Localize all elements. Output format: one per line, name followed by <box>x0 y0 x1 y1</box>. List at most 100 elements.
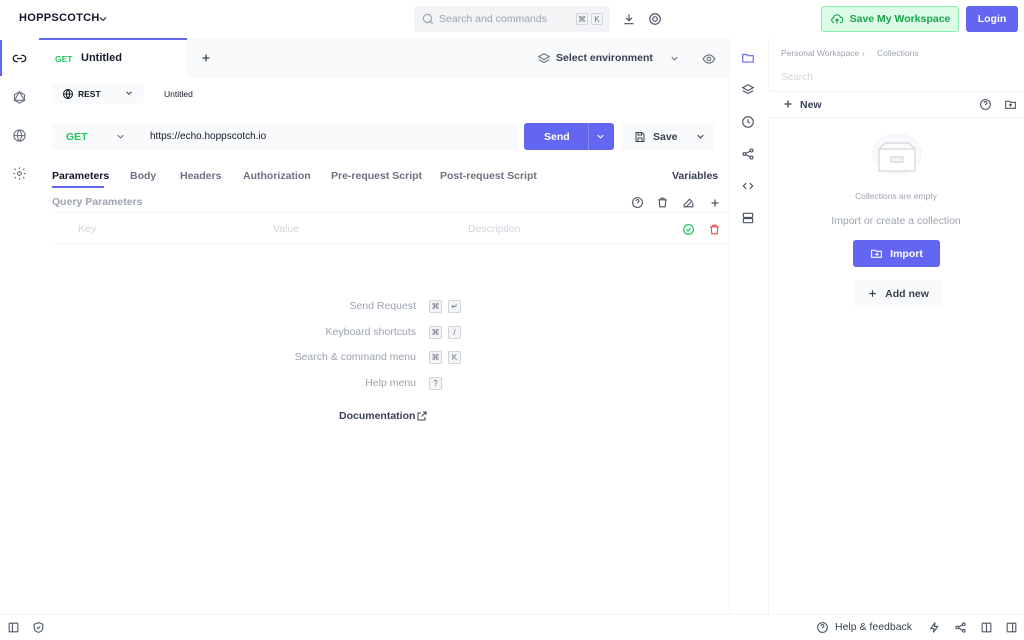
value-input[interactable]: Value <box>273 223 299 235</box>
sidebar-right-icon[interactable] <box>1004 620 1018 634</box>
shortcut-key: K <box>591 13 603 25</box>
shortcut-label: Help menu <box>365 377 416 389</box>
key-input[interactable]: Key <box>78 223 96 235</box>
shortcut-key: ⌘ <box>429 351 442 364</box>
shortcut-key: / <box>448 326 461 339</box>
folder-icon[interactable] <box>740 50 756 66</box>
save-workspace-label: Save My Workspace <box>849 13 951 25</box>
shortcut-key: ⌘ <box>429 300 442 313</box>
description-input[interactable]: Description <box>468 223 521 235</box>
active-indicator <box>0 40 2 76</box>
share-icon[interactable] <box>953 620 967 634</box>
tab-headers[interactable]: Headers <box>180 170 221 182</box>
tab-post-request-script[interactable]: Post-request Script <box>440 170 537 182</box>
tab-body[interactable]: Body <box>130 170 156 182</box>
login-button[interactable]: Login <box>966 6 1018 32</box>
tab-authorization[interactable]: Authorization <box>243 170 311 182</box>
divider <box>52 212 729 213</box>
save-label: Save <box>653 131 678 143</box>
search-icon <box>420 11 436 27</box>
layers-icon[interactable] <box>740 82 756 98</box>
trash-icon[interactable] <box>655 195 670 210</box>
download-icon[interactable] <box>621 11 637 27</box>
cloud-upload-icon <box>830 14 843 24</box>
tab-variables[interactable]: Variables <box>672 170 718 182</box>
breadcrumb-workspace[interactable]: Personal Workspace <box>781 48 859 58</box>
breadcrumb-collections[interactable]: Collections <box>877 48 919 58</box>
external-link-icon[interactable] <box>415 409 428 422</box>
brand-name[interactable]: HOPPSCOTCH <box>19 12 100 24</box>
new-collection-button[interactable]: New <box>800 99 822 111</box>
add-new-button[interactable]: Add new <box>853 280 943 307</box>
query-parameters-title: Query Parameters <box>52 196 143 208</box>
divider <box>768 117 1024 118</box>
import-button[interactable]: Import <box>853 240 940 267</box>
tab-method: GET <box>55 54 73 64</box>
chevron-down-icon[interactable] <box>96 12 110 26</box>
graphql-icon[interactable] <box>11 89 27 105</box>
chevron-down-icon <box>123 87 135 99</box>
shortcut-label: Send Request <box>349 300 416 312</box>
active-tab-underline <box>52 186 104 188</box>
trash-icon[interactable] <box>707 222 722 237</box>
tab-parameters[interactable]: Parameters <box>52 170 109 182</box>
plus-icon[interactable] <box>707 195 722 210</box>
left-nav-rail <box>0 38 39 614</box>
eye-icon[interactable] <box>701 51 717 67</box>
shortcut-key: K <box>448 351 461 364</box>
folder-import-icon[interactable] <box>1003 97 1018 112</box>
layout-columns-icon[interactable] <box>979 620 993 634</box>
chevron-down-icon[interactable] <box>594 130 607 143</box>
collections-panel <box>768 38 1024 614</box>
support-icon[interactable] <box>647 11 663 27</box>
history-icon[interactable] <box>740 114 756 130</box>
method-label: GET <box>66 131 88 143</box>
url-value: https://echo.hoppscotch.io <box>150 131 267 142</box>
shortcut-label: Search & command menu <box>294 351 416 363</box>
chevron-down-icon[interactable] <box>694 130 707 143</box>
server-icon[interactable] <box>740 210 756 226</box>
request-name[interactable]: Untitled <box>164 89 193 99</box>
code-icon[interactable] <box>740 178 756 194</box>
shortcut-key: ↵ <box>448 300 461 313</box>
add-tab-icon[interactable] <box>199 51 213 65</box>
shortcut-key: ? <box>429 377 442 390</box>
settings-icon[interactable] <box>11 165 27 181</box>
globe-icon[interactable] <box>11 127 27 143</box>
layers-icon <box>536 51 551 66</box>
check-circle-icon[interactable] <box>681 222 696 237</box>
environment-selector[interactable]: Select environment <box>556 52 653 64</box>
collections-search-input[interactable]: Search <box>781 72 813 83</box>
folder-import-icon <box>871 249 883 258</box>
chevron-right-icon: › <box>862 48 865 58</box>
globe-icon <box>61 87 74 100</box>
help-icon[interactable] <box>815 620 829 634</box>
link-icon[interactable] <box>11 50 27 66</box>
help-icon[interactable] <box>978 97 993 112</box>
import-label: Import <box>890 247 923 260</box>
edit-icon[interactable] <box>681 195 696 210</box>
divider <box>52 243 729 244</box>
lightning-icon[interactable] <box>927 620 941 634</box>
documentation-link[interactable]: Documentation <box>339 410 415 422</box>
send-divider <box>588 123 589 150</box>
share-icon[interactable] <box>740 146 756 162</box>
save-workspace-button[interactable]: Save My Workspace <box>821 6 959 32</box>
plus-icon <box>869 290 876 297</box>
help-icon[interactable] <box>630 195 645 210</box>
tab-pre-request-script[interactable]: Pre-request Script <box>331 170 422 182</box>
chevron-down-icon[interactable] <box>667 51 681 65</box>
protocol-label: REST <box>78 89 101 99</box>
empty-box-illustration <box>869 133 925 181</box>
shortcut-label: Keyboard shortcuts <box>325 326 416 338</box>
help-feedback-button[interactable]: Help & feedback <box>835 621 912 633</box>
send-label: Send <box>544 131 570 143</box>
shortcut-key: ⌘ <box>576 13 588 25</box>
plus-icon[interactable] <box>781 97 795 111</box>
collections-empty-text: Collections are empty <box>855 191 937 201</box>
import-hint: Import or create a collection <box>831 215 961 227</box>
sidebar-toggle-icon[interactable] <box>6 620 20 634</box>
shortcut-key: ⌘ <box>429 326 442 339</box>
tab-title: Untitled <box>81 52 122 64</box>
shield-check-icon[interactable] <box>31 620 45 634</box>
